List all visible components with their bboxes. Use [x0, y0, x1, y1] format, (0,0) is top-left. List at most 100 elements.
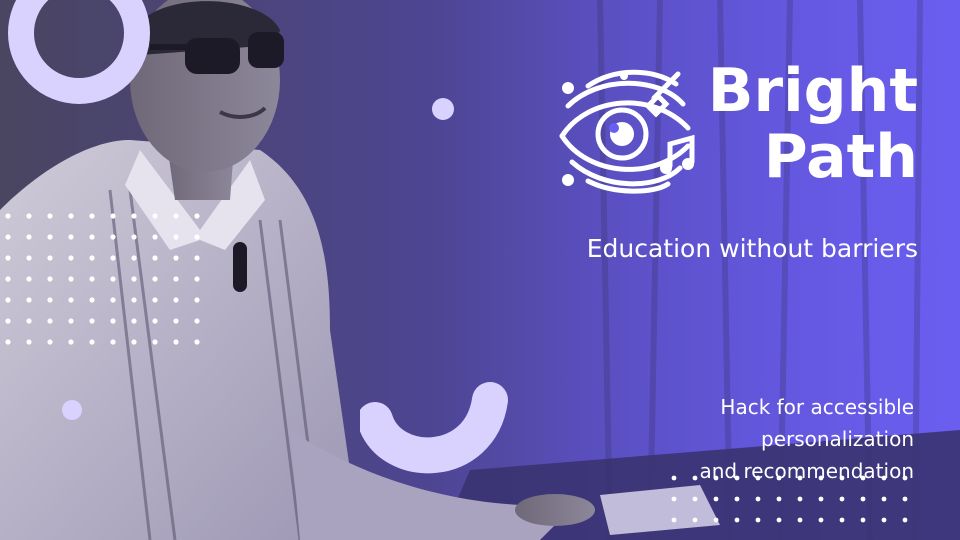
grid-dot [89, 318, 95, 324]
grid-dot [173, 255, 179, 261]
grid-dot [26, 318, 32, 324]
grid-dot [26, 297, 32, 303]
tagline-line2: personalization [761, 427, 914, 451]
grid-dot [5, 213, 11, 219]
grid-dot [692, 496, 698, 502]
tagline-line1: Hack for accessible [720, 395, 914, 419]
tagline: Hack for accessible personalization and … [594, 391, 914, 487]
grid-dot [173, 339, 179, 345]
grid-dot [47, 276, 53, 282]
grid-dot [839, 496, 845, 502]
grid-dot [89, 255, 95, 261]
decorative-arc [360, 382, 508, 474]
grid-dot [5, 234, 11, 240]
grid-dot [152, 234, 158, 240]
grid-dot [131, 255, 137, 261]
grid-dot [110, 318, 116, 324]
grid-dot [110, 276, 116, 282]
grid-dot [755, 496, 761, 502]
grid-dot [713, 496, 719, 502]
grid-dot [152, 255, 158, 261]
grid-dot [47, 255, 53, 261]
grid-dot [131, 213, 137, 219]
grid-dot [671, 496, 677, 502]
grid-dot [89, 297, 95, 303]
grid-dot [26, 255, 32, 261]
grid-dot [89, 339, 95, 345]
grid-dot [68, 276, 74, 282]
grid-dot [26, 234, 32, 240]
grid-dot [776, 496, 782, 502]
grid-dot [692, 517, 698, 523]
grid-dot [5, 255, 11, 261]
grid-dot [881, 517, 887, 523]
grid-dot [68, 339, 74, 345]
grid-dot [47, 213, 53, 219]
grid-dot [818, 517, 824, 523]
grid-dot [47, 297, 53, 303]
grid-dot [902, 496, 908, 502]
grid-dot [47, 234, 53, 240]
grid-dot [194, 297, 200, 303]
grid-dot [47, 318, 53, 324]
grid-dot [68, 318, 74, 324]
brand-title-line2: Path [763, 122, 918, 192]
grid-dot [26, 339, 32, 345]
grid-dot [26, 213, 32, 219]
grid-dot [173, 297, 179, 303]
grid-dot [5, 339, 11, 345]
grid-dot [131, 318, 137, 324]
grid-dot [131, 297, 137, 303]
grid-dot [5, 297, 11, 303]
grid-dot [194, 234, 200, 240]
grid-dot [89, 234, 95, 240]
grid-dot [89, 276, 95, 282]
grid-dot [776, 517, 782, 523]
grid-dot [68, 213, 74, 219]
grid-dot [194, 276, 200, 282]
grid-dot [713, 517, 719, 523]
grid-dot [734, 517, 740, 523]
grid-dot [68, 297, 74, 303]
grid-dot [110, 339, 116, 345]
slide: void 0 Bright [0, 0, 960, 540]
grid-dot [152, 213, 158, 219]
brand-subtitle: Education without barriers [586, 234, 918, 263]
brand-title-line1: Bright [707, 56, 918, 126]
grid-dot [194, 318, 200, 324]
grid-dot [152, 339, 158, 345]
grid-dot [755, 517, 761, 523]
grid-dot [152, 276, 158, 282]
grid-dot [671, 517, 677, 523]
grid-dot [131, 276, 137, 282]
grid-dot [173, 213, 179, 219]
grid-dot [131, 234, 137, 240]
grid-dot [5, 276, 11, 282]
dot-grid-left: void 0 [5, 213, 200, 345]
grid-dot [152, 297, 158, 303]
grid-dot [194, 255, 200, 261]
grid-dot [173, 234, 179, 240]
grid-dot [152, 318, 158, 324]
grid-dot [881, 496, 887, 502]
grid-dot [47, 339, 53, 345]
grid-dot [68, 255, 74, 261]
grid-dot [860, 496, 866, 502]
grid-dot [860, 517, 866, 523]
grid-dot [818, 496, 824, 502]
brand-title: Bright Path [688, 58, 918, 190]
grid-dot [89, 213, 95, 219]
grid-dot [173, 276, 179, 282]
decorative-dot [432, 98, 454, 120]
grid-dot [194, 339, 200, 345]
eye-with-pencil-and-music-note-icon [559, 69, 695, 194]
grid-dot [110, 255, 116, 261]
grid-dot [68, 234, 74, 240]
grid-dot [110, 234, 116, 240]
grid-dot [5, 318, 11, 324]
grid-dot [110, 297, 116, 303]
grid-dot [173, 318, 179, 324]
grid-dot [797, 496, 803, 502]
tagline-line3: and recommendation [699, 459, 914, 483]
grid-dot [110, 213, 116, 219]
